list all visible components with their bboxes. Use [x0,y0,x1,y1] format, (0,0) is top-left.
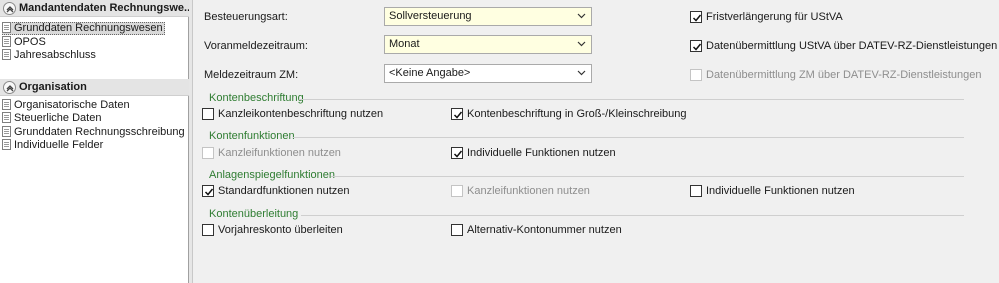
document-icon [2,126,11,137]
voranmeldezeitraum-label: Voranmeldezeitraum: [204,40,308,52]
checkbox-box[interactable] [690,11,702,23]
nav-section-title: Mandantendaten Rechnungswe... [19,2,189,14]
checkmark-icon [204,188,214,196]
document-icon [2,36,11,47]
kontenfunktionen-group-title: Kontenfunktionen [209,130,295,142]
nav-item-label: Grunddaten Rechnungsschreibung [14,126,185,138]
anlagenspiegel-kanzlei-label: Kanzleifunktionen nutzen [467,185,590,197]
checkbox-box[interactable] [451,224,463,236]
nav-section-header-mandantendaten[interactable]: Mandantendaten Rechnungswe... [0,0,189,17]
document-icon [2,22,11,33]
checkbox-box[interactable] [202,185,214,197]
divider [331,176,964,177]
meldezeitraum-zm-label: Meldezeitraum ZM: [204,69,299,81]
besteuerungsart-dropdown[interactable]: Sollversteuerung [384,7,592,26]
meldezeitraum-zm-dropdown[interactable]: <Keine Angabe> [384,64,592,83]
chevron-down-icon [577,70,586,76]
nav-item-label: Jahresabschluss [14,49,96,61]
meldezeitraum-zm-value: <Keine Angabe> [389,67,471,79]
kontenueberleitung-group-title: Kontenüberleitung [209,208,299,220]
kanzleikontenbeschriftung-label: Kanzleikontenbeschriftung nutzen [218,108,384,120]
kontenfunktionen-kanzlei-label: Kanzleifunktionen nutzen [218,147,341,159]
anlagenspiegel-group-title: Anlagenspiegelfunktionen [209,169,335,181]
datenuebermittlung-ustva-label: Datenübermittlung UStVA über DATEV-RZ-Di… [706,40,998,52]
settings-panel: Besteuerungsart: Sollversteuerung Fristv… [193,0,999,283]
nav-item-label: Grunddaten Rechnungswesen [14,22,163,34]
vorjahreskonto-label: Vorjahreskonto überleiten [218,224,343,236]
checkbox-box[interactable] [451,147,463,159]
collapse-chevron-icon[interactable] [3,81,16,94]
nav-item-opos[interactable]: OPOS [2,36,46,49]
checkbox-box[interactable] [202,108,214,120]
gross-kleinschreibung-label: Kontenbeschriftung in Groß-/Kleinschreib… [467,108,687,120]
fristverlaengerung-label: Fristverlängerung für UStVA [706,11,843,23]
checkmark-icon [453,111,463,119]
alternativ-kontonummer-label: Alternativ-Kontonummer nutzen [467,224,622,236]
voranmeldezeitraum-dropdown[interactable]: Monat [384,35,592,54]
checkmark-icon [692,14,702,22]
nav-item-label: OPOS [14,36,46,48]
besteuerungsart-value: Sollversteuerung [389,10,472,22]
divider [301,215,964,216]
datenuebermittlung-zm-label: Datenübermittlung ZM über DATEV-RZ-Diens… [706,69,982,81]
nav-item-grunddaten-rechnungsschreibung[interactable]: Grunddaten Rechnungsschreibung [2,126,185,139]
standardfunktionen-label: Standardfunktionen nutzen [218,185,350,197]
document-icon [2,99,11,110]
nav-item-organisatorische-daten[interactable]: Organisatorische Daten [2,99,130,112]
kontenbeschriftung-group-title: Kontenbeschriftung [209,92,304,104]
nav-section-title: Organisation [19,81,87,93]
divider [299,99,964,100]
navigation-panel: Mandantendaten Rechnungswe... Grunddaten… [0,0,189,283]
anlagenspiegel-individuell-label: Individuelle Funktionen nutzen [706,185,855,197]
nav-item-label: Individuelle Felder [14,139,104,151]
document-icon [2,49,11,60]
checkbox-box[interactable] [451,185,463,197]
checkbox-box[interactable] [690,185,702,197]
document-icon [2,139,11,150]
kontenfunktionen-individuell-label: Individuelle Funktionen nutzen [467,147,616,159]
checkbox-box[interactable] [690,40,702,52]
nav-item-grunddaten-rechnungswesen[interactable]: Grunddaten Rechnungswesen [2,22,165,35]
checkbox-box[interactable] [202,147,214,159]
checkmark-icon [692,43,702,51]
nav-section-header-organisation[interactable]: Organisation [0,79,189,96]
collapse-chevron-icon[interactable] [3,2,16,15]
checkbox-box[interactable] [690,69,702,81]
nav-item-steuerliche-daten[interactable]: Steuerliche Daten [2,112,101,125]
nav-item-jahresabschluss[interactable]: Jahresabschluss [2,49,96,62]
document-icon [2,112,11,123]
checkmark-icon [453,150,463,158]
nav-item-label: Steuerliche Daten [14,112,102,124]
chevron-down-icon [577,41,586,47]
nav-item-individuelle-felder[interactable]: Individuelle Felder [2,139,103,152]
voranmeldezeitraum-value: Monat [389,38,420,50]
checkbox-box[interactable] [202,224,214,236]
checkbox-box[interactable] [451,108,463,120]
besteuerungsart-label: Besteuerungsart: [204,11,288,23]
nav-item-label: Organisatorische Daten [14,99,130,111]
divider [293,137,964,138]
chevron-down-icon [577,13,586,19]
